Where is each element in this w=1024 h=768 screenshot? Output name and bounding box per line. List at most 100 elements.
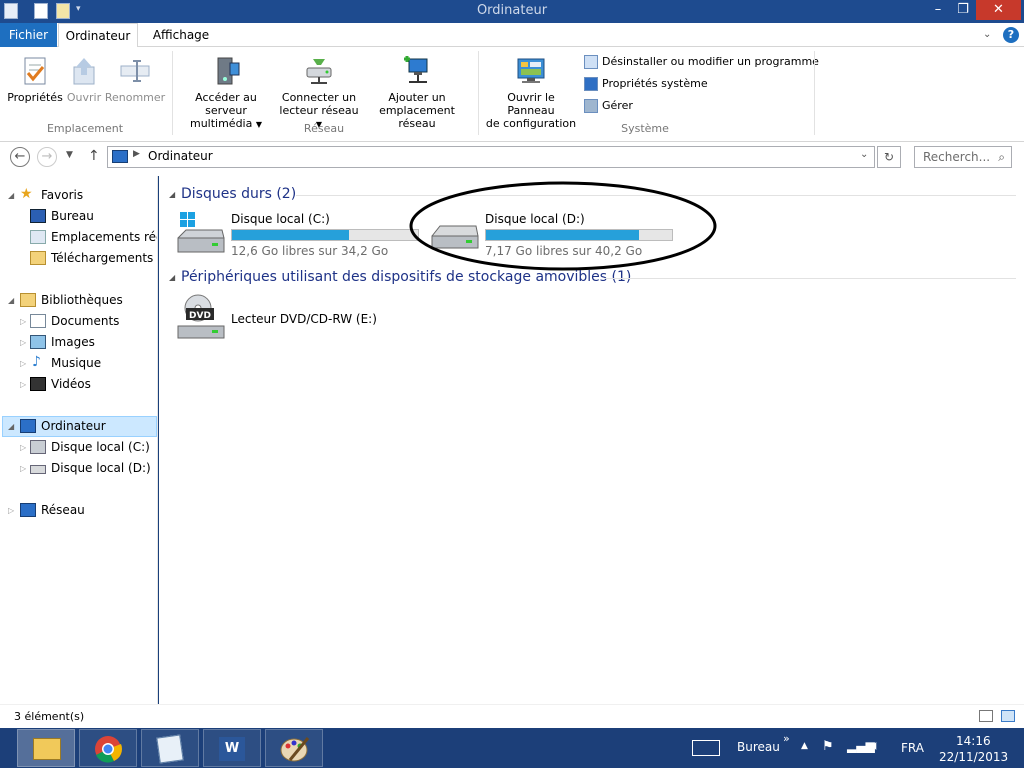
dvd-drive-icon: DVD	[177, 294, 225, 339]
nav-label: Téléchargements	[51, 251, 154, 265]
drive-usage-bar	[231, 229, 419, 241]
expand-caret-icon[interactable]: ▷	[20, 353, 26, 374]
ajouter-emplacement-button[interactable]: Ajouter un emplacement réseau	[362, 55, 472, 130]
group-header-amovibles[interactable]: Périphériques utilisant des dispositifs …	[181, 269, 631, 285]
expand-caret-icon[interactable]: ▷	[20, 332, 26, 353]
nav-emplacements-recents[interactable]: Emplacements récer	[30, 227, 157, 248]
panneau-configuration-button[interactable]: Ouvrir le Panneau de configuration	[482, 55, 580, 130]
ribbon-expand-icon[interactable]: ⌄	[983, 29, 991, 40]
drive-free-space: 12,6 Go libres sur 34,2 Go	[231, 244, 389, 258]
nav-documents[interactable]: ▷ Documents	[20, 311, 119, 332]
windows-drive-icon	[177, 212, 225, 253]
nav-bureau[interactable]: Bureau	[30, 206, 94, 227]
taskbar-chrome[interactable]	[79, 729, 137, 767]
tab-affichage[interactable]: Affichage	[146, 23, 216, 47]
expand-caret-icon[interactable]: ▷	[20, 311, 26, 332]
desinstaller-label: Désinstaller ou modifier un programme	[602, 55, 819, 68]
drive-item-c[interactable]: Disque local (C:) 12,6 Go libres sur 34,…	[176, 210, 419, 262]
nav-favoris[interactable]: ◢ ★ Favoris	[8, 185, 83, 206]
connecter-label-1: Connecter un	[281, 91, 357, 104]
nav-videos[interactable]: ▷ Vidéos	[20, 374, 91, 395]
taskbar-explorer[interactable]	[17, 729, 75, 767]
collapse-caret-icon[interactable]: ◢	[8, 290, 14, 311]
dvd-drive-item[interactable]: DVD Lecteur DVD/CD-RW (E:)	[176, 294, 377, 344]
minimize-button[interactable]: –	[925, 0, 951, 20]
arrow-right-icon: →	[41, 149, 53, 164]
proprietes-systeme-button[interactable]: Propriétés système	[584, 76, 708, 92]
nav-ordinateur[interactable]: ◢ Ordinateur	[8, 416, 106, 437]
arrow-left-icon: ←	[14, 149, 26, 164]
clock-date[interactable]: 22/11/2013	[939, 750, 1008, 764]
toolbar-bureau[interactable]: Bureau	[737, 740, 780, 754]
word-icon: W	[219, 737, 245, 761]
proprietes-button[interactable]: Propriétés	[6, 55, 64, 104]
restore-button[interactable]: ❐	[951, 0, 975, 20]
clock-time[interactable]: 14:16	[956, 734, 991, 748]
annotation-ellipse	[409, 181, 717, 271]
tab-fichier[interactable]: Fichier	[0, 23, 57, 47]
control-panel-icon	[515, 55, 547, 87]
group-header-disques-durs[interactable]: Disques durs (2)	[181, 186, 296, 202]
collapse-caret-icon[interactable]: ◢	[8, 185, 14, 206]
recent-locations-dropdown[interactable]: ▼	[66, 150, 73, 160]
chrome-icon	[95, 736, 122, 763]
taskbar-paint[interactable]	[265, 729, 323, 767]
libraries-icon	[20, 293, 36, 307]
volume-icon[interactable]: 🔈︎	[872, 738, 880, 754]
nav-label: Bureau	[51, 209, 94, 223]
drive-name: Disque local (C:)	[231, 212, 330, 226]
show-hidden-icons[interactable]: ▲	[801, 741, 808, 751]
input-language[interactable]: FRA	[901, 741, 924, 755]
nav-bibliotheques[interactable]: ◢ Bibliothèques	[8, 290, 123, 311]
nav-disque-d[interactable]: ▷ Disque local (D:)	[20, 458, 151, 479]
expand-caret-icon[interactable]: ▷	[20, 374, 26, 395]
breadcrumb-ordinateur[interactable]: Ordinateur	[148, 149, 213, 163]
address-dropdown-icon[interactable]: ⌄	[860, 149, 868, 160]
taskbar-word[interactable]: W	[203, 729, 261, 767]
acceder-serveur-button[interactable]: Accéder au serveur multimédia ▼	[176, 55, 276, 131]
gerer-button[interactable]: Gérer	[584, 98, 633, 114]
nav-reseau[interactable]: ▷ Réseau	[8, 500, 85, 521]
large-icons-view-icon[interactable]	[1001, 710, 1015, 722]
tab-ordinateur[interactable]: Ordinateur	[58, 23, 138, 48]
toolbar-expand-icon[interactable]: »	[783, 732, 790, 745]
nav-label: Vidéos	[51, 377, 91, 391]
ouvrir-button[interactable]: Ouvrir	[64, 55, 104, 104]
nav-images[interactable]: ▷ Images	[20, 332, 95, 353]
expand-caret-icon[interactable]: ▷	[8, 500, 14, 521]
connecter-lecteur-button[interactable]: Connecter un lecteur réseau ▼	[276, 55, 362, 131]
refresh-button[interactable]: ↻	[877, 146, 901, 168]
group-emplacement: Emplacement	[46, 122, 124, 135]
action-center-flag-icon[interactable]: ⚑	[822, 739, 834, 754]
help-button[interactable]: ?	[1003, 27, 1019, 43]
nav-telechargements[interactable]: Téléchargements	[30, 248, 153, 269]
group-collapse-icon[interactable]: ◢	[169, 273, 175, 282]
connecter-label-2: lecteur réseau	[279, 104, 359, 117]
close-button[interactable]: ✕	[976, 0, 1021, 20]
group-collapse-icon[interactable]: ◢	[169, 190, 175, 199]
breadcrumb-chevron-icon[interactable]: ▶	[133, 149, 140, 159]
forward-button[interactable]: →	[37, 147, 57, 167]
star-icon: ★	[20, 186, 33, 202]
manage-computer-icon	[584, 99, 598, 113]
expand-caret-icon[interactable]: ▷	[20, 458, 26, 479]
network-signal-icon[interactable]: ▂▄▆	[847, 739, 875, 753]
desktop-icon	[30, 209, 46, 223]
desinstaller-button[interactable]: Désinstaller ou modifier un programme	[584, 54, 819, 70]
collapse-caret-icon[interactable]: ◢	[8, 416, 14, 437]
group-reseau: Réseau	[303, 122, 345, 135]
renommer-button[interactable]: Renommer	[104, 55, 166, 104]
taskbar-notes[interactable]	[141, 729, 199, 767]
nav-disque-c[interactable]: ▷ Disque local (C:)	[20, 437, 150, 458]
ribbon-separator	[478, 51, 479, 135]
touch-keyboard-icon[interactable]	[692, 740, 720, 756]
system-properties-icon	[584, 77, 598, 91]
nav-musique[interactable]: ▷ ♪ Musique	[20, 353, 101, 374]
nav-label: Réseau	[41, 503, 85, 517]
search-input[interactable]: Recherch... ⌕	[914, 146, 1012, 168]
details-view-icon[interactable]	[979, 710, 993, 722]
up-button[interactable]: ↑	[88, 148, 100, 164]
address-bar[interactable]: ▶ Ordinateur ⌄	[107, 146, 875, 168]
back-button[interactable]: ←	[10, 147, 30, 167]
expand-caret-icon[interactable]: ▷	[20, 437, 26, 458]
